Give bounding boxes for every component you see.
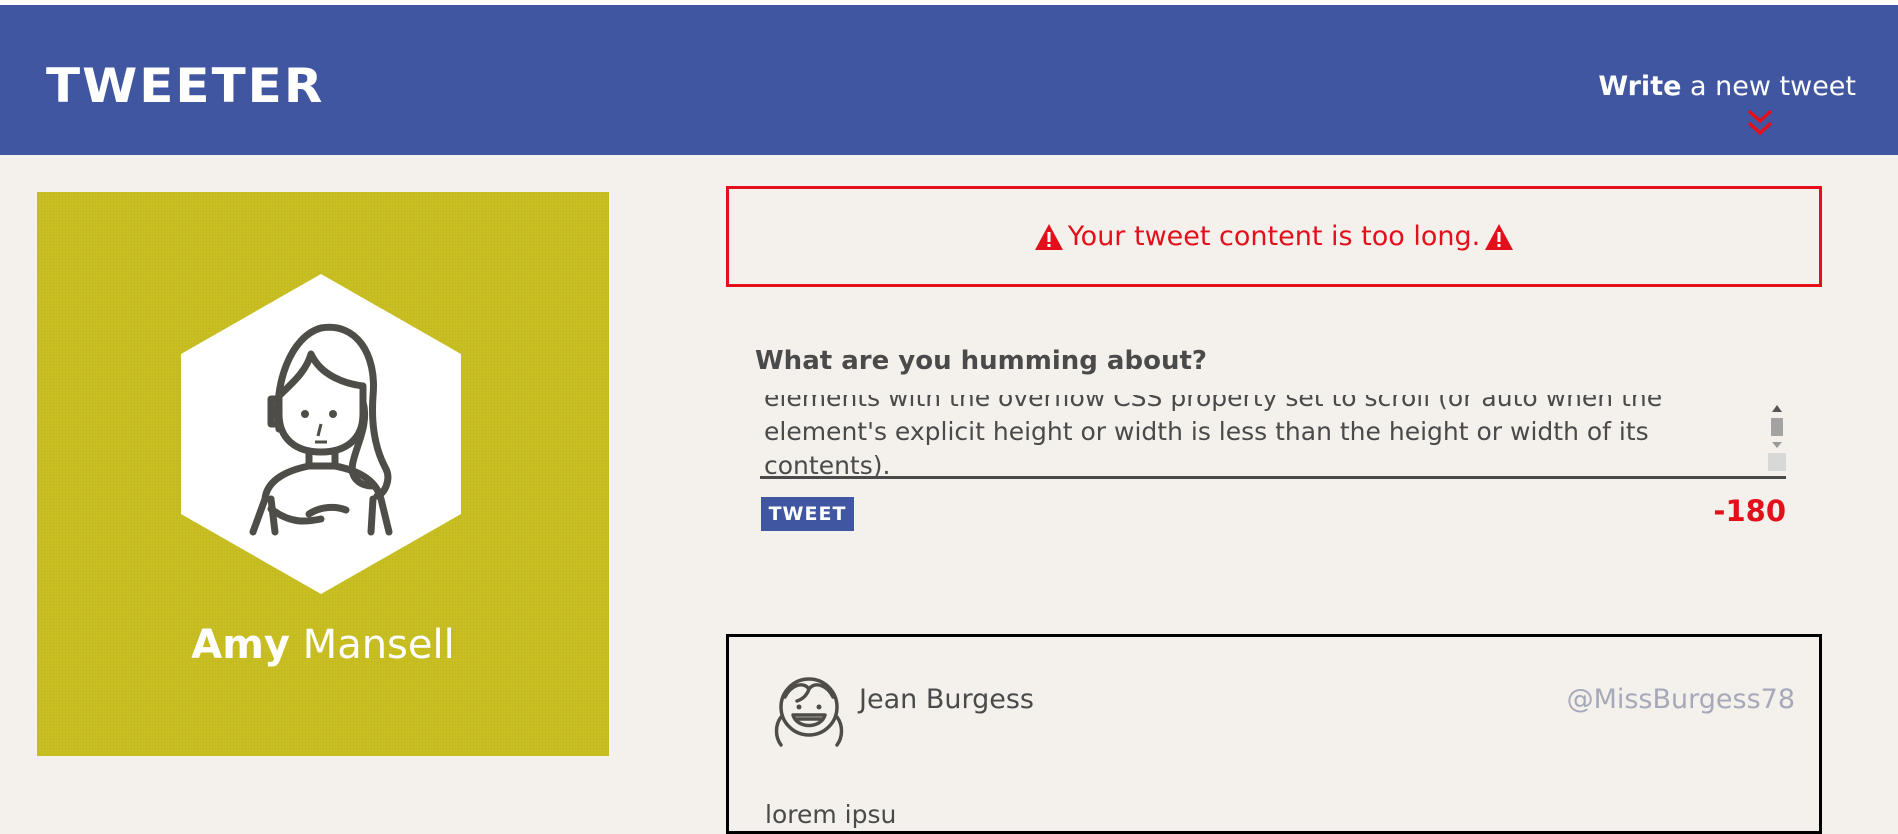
compose-label: What are you humming about?	[755, 346, 1207, 376]
profile-first-name: Amy	[191, 622, 290, 668]
write-new-tweet-link[interactable]: Write a new tweet	[1598, 71, 1856, 102]
character-counter: -180	[1713, 494, 1786, 528]
app-logo[interactable]: TWEETER	[46, 58, 324, 113]
tweet-card: Jean Burgess @MissBurgess78 lorem ipsu	[726, 634, 1822, 834]
tweet-body: lorem ipsu	[765, 800, 897, 829]
scroll-down-arrow-icon[interactable]	[1772, 442, 1782, 448]
error-text: Your tweet content is too long.	[1067, 221, 1481, 252]
double-chevron-down-icon[interactable]	[1745, 107, 1775, 139]
scroll-up-arrow-icon[interactable]	[1772, 405, 1782, 412]
top-navigation: TWEETER Write a new tweet	[0, 5, 1898, 155]
tweet-textarea-content[interactable]: elements with the overflow CSS property …	[764, 395, 1754, 476]
smiling-girl-avatar-icon	[774, 677, 844, 747]
textarea-scrollbar[interactable]	[1768, 405, 1786, 471]
girl-avatar-icon	[181, 274, 461, 594]
resize-grip-icon[interactable]	[1768, 453, 1786, 471]
tweet-author-name: Jean Burgess	[859, 684, 1034, 715]
tweet-author-handle: @MissBurgess78	[1566, 684, 1795, 715]
warning-icon	[1034, 223, 1063, 250]
profile-card: Amy Mansell	[37, 192, 609, 756]
write-link-bold: Write	[1598, 71, 1682, 102]
profile-last-name: Mansell	[289, 622, 455, 668]
warning-icon	[1485, 223, 1514, 250]
write-link-rest: a new tweet	[1681, 71, 1856, 102]
scroll-thumb[interactable]	[1771, 418, 1783, 436]
error-message: Your tweet content is too long.	[726, 186, 1822, 287]
tweet-button[interactable]: TWEET	[761, 497, 854, 531]
tweet-textarea[interactable]: elements with the overflow CSS property …	[760, 395, 1786, 479]
profile-name: Amy Mansell	[37, 622, 609, 668]
